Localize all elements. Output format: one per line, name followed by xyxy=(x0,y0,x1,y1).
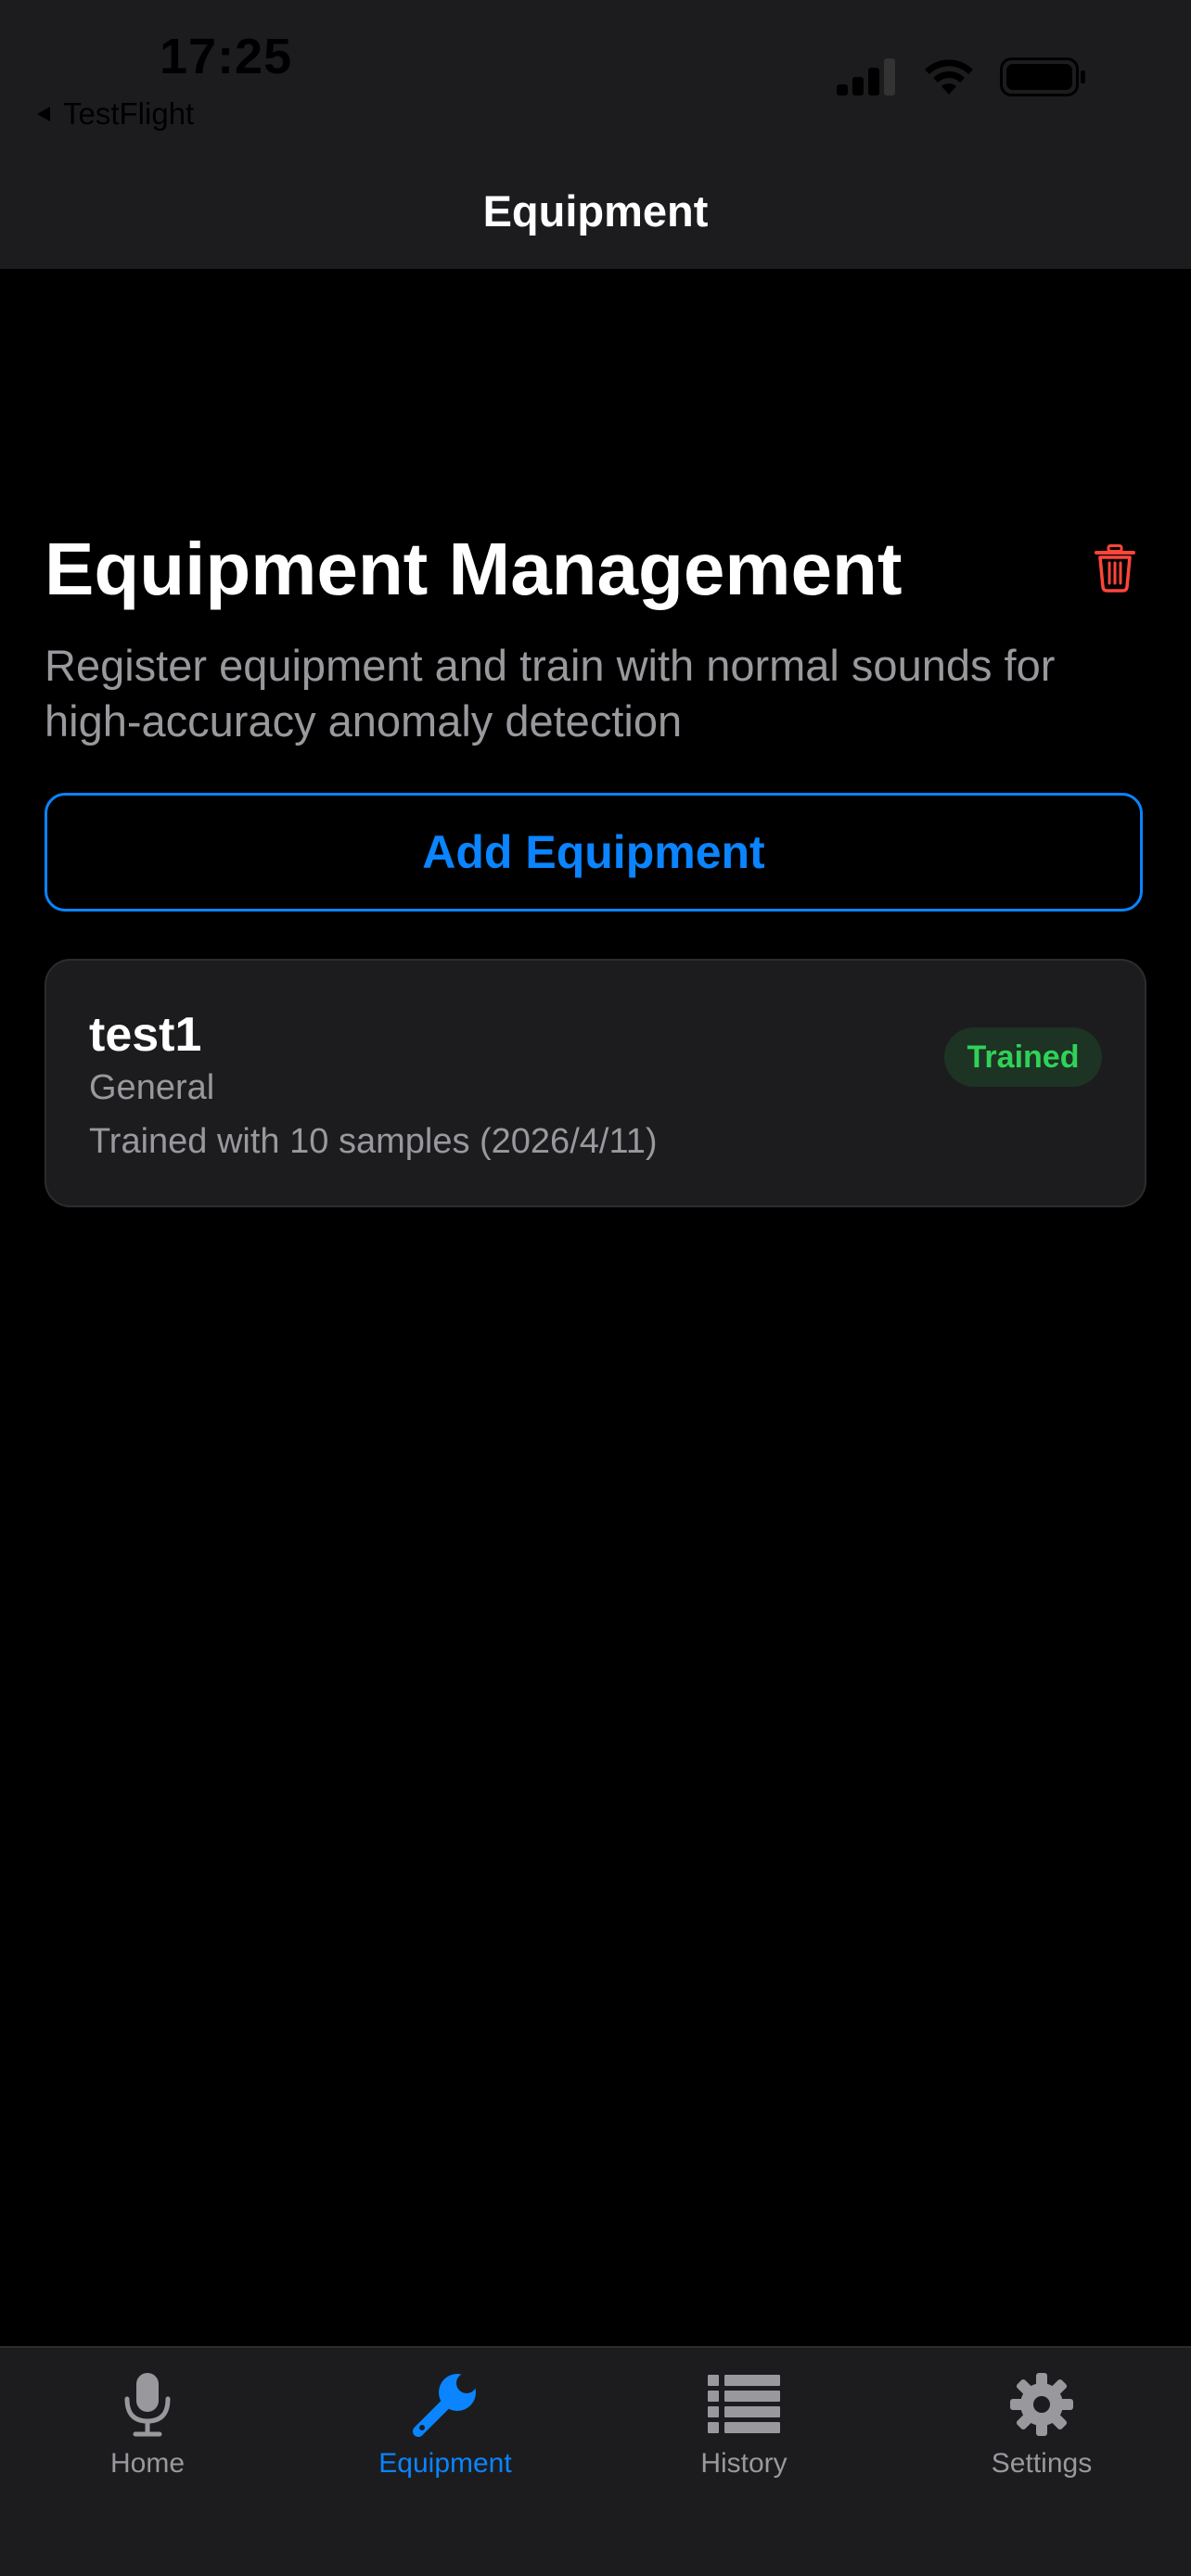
wrench-icon xyxy=(413,2373,477,2437)
status-time: 17:25 xyxy=(160,29,293,84)
tab-bar: Home Equipment History Settings xyxy=(0,2346,1191,2576)
page-title: Equipment Management xyxy=(45,528,903,610)
delete-button[interactable] xyxy=(1091,542,1139,595)
microphone-icon xyxy=(124,2373,171,2437)
tab-history-label: History xyxy=(700,2448,788,2479)
equipment-category: General xyxy=(89,1068,215,1107)
wifi-icon xyxy=(925,59,973,95)
back-to-app-button[interactable]: TestFlight xyxy=(33,96,194,132)
nav-title: Equipment xyxy=(482,186,709,236)
status-icons xyxy=(837,57,1087,96)
tab-settings-label: Settings xyxy=(991,2448,1093,2479)
tab-home[interactable]: Home xyxy=(36,2366,259,2506)
tab-equipment-label: Equipment xyxy=(378,2448,512,2479)
back-app-label: TestFlight xyxy=(63,96,195,131)
top-chrome: 17:25 TestFlight Equipment xyxy=(0,0,1191,269)
tab-home-label: Home xyxy=(109,2448,186,2479)
list-icon xyxy=(708,2375,780,2433)
page-subtitle: Register equipment and train with normal… xyxy=(45,641,1056,746)
gear-icon xyxy=(1010,2373,1073,2436)
cellular-signal-icon xyxy=(837,58,895,96)
equipment-training-info: Trained with 10 samples (2026/4/11) xyxy=(89,1122,658,1161)
trash-icon xyxy=(1095,544,1135,593)
equipment-card[interactable]: test1 General Trained with 10 samples (2… xyxy=(45,959,1146,1207)
equipment-name: test1 xyxy=(89,1008,202,1062)
tab-equipment[interactable]: Equipment xyxy=(334,2366,557,2506)
add-equipment-button[interactable]: Add Equipment xyxy=(45,793,1143,912)
back-triangle-icon xyxy=(37,107,50,121)
tab-history[interactable]: History xyxy=(633,2366,855,2506)
tab-settings[interactable]: Settings xyxy=(930,2366,1153,2506)
battery-icon xyxy=(1000,57,1085,96)
status-badge: Trained xyxy=(944,1027,1102,1087)
